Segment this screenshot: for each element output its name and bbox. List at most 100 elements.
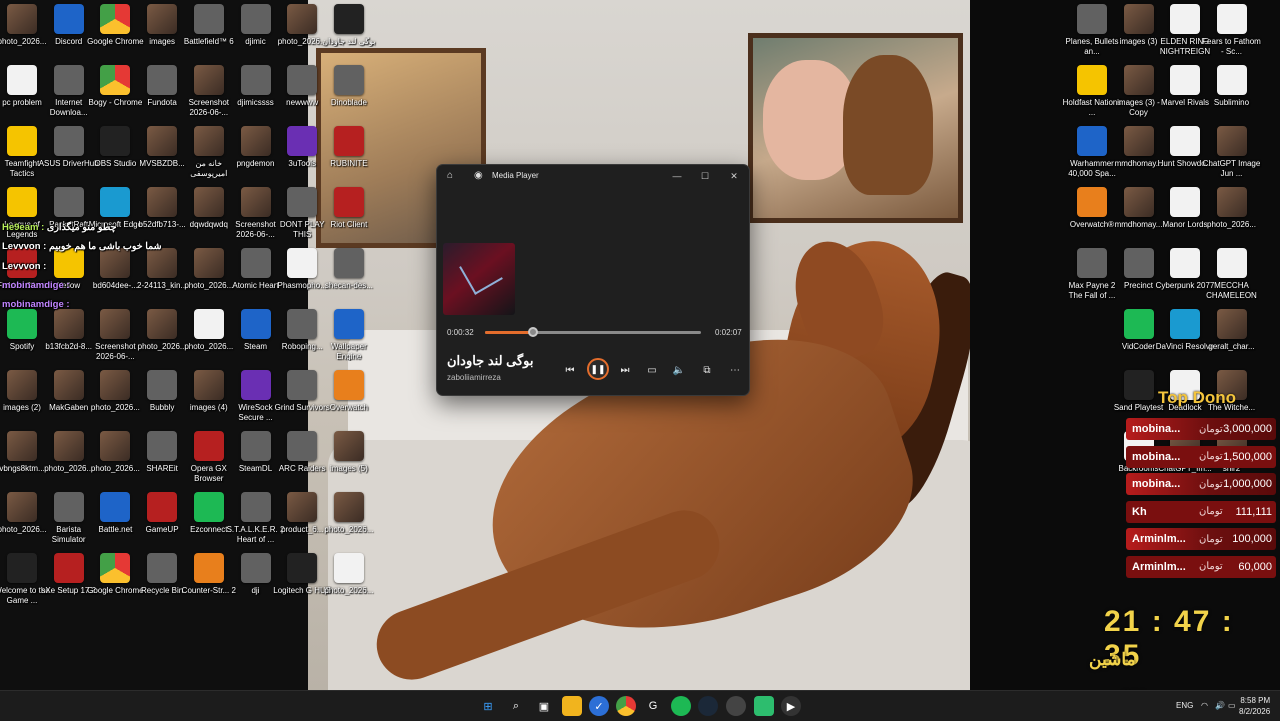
vpn-icon[interactable]: ✓ xyxy=(589,696,609,716)
desktop-shortcut[interactable]: ChatGPT Image Jun ... xyxy=(1203,122,1261,183)
chat-text: شما خوب باشی ما هم خوبیم xyxy=(49,241,162,252)
image-icon xyxy=(333,431,364,461)
file-icon xyxy=(287,65,318,95)
media-player-window[interactable]: ⌂ ◉ Media Player — ☐ ✕ 0:00:32 0:02:07 ب… xyxy=(436,164,750,396)
desktop-shortcut[interactable]: Fears to Fathom - Sc... xyxy=(1202,0,1261,61)
chrome-icon[interactable] xyxy=(616,696,636,716)
start-icon[interactable]: ⊞ xyxy=(478,696,498,716)
sand-icon xyxy=(1123,370,1154,400)
screenshot-icon xyxy=(240,187,271,217)
image-icon xyxy=(193,187,224,217)
battlenet-icon xyxy=(100,492,131,522)
desktop-shortcut[interactable]: Wallpaper Engine xyxy=(320,305,378,366)
desktop-shortcut-label: geralt_char... xyxy=(1208,342,1255,351)
vidcoder-icon xyxy=(1123,309,1154,339)
document-icon xyxy=(1170,248,1200,278)
desktop-shortcut[interactable]: Dinoblade xyxy=(320,61,378,122)
warhammer-icon xyxy=(1077,126,1107,156)
logitech-icon[interactable]: G xyxy=(643,696,663,716)
chat-message: He9eam : چطو منو میگذاری xyxy=(2,222,116,233)
donor-name: mobina... xyxy=(1132,423,1181,435)
volume-button[interactable]: 🔈 xyxy=(670,361,688,379)
more-options-button[interactable]: ⋯ xyxy=(726,361,744,379)
desktop-shortcut[interactable]: Riot Client xyxy=(320,183,378,244)
desktop-shortcut-label: ChatGPT Image Jun ... xyxy=(1202,159,1261,178)
chrome-icon xyxy=(100,65,131,95)
chat-message: Levvvon : شما خوب باشی ما هم خوبیم xyxy=(2,241,162,252)
photo-icon xyxy=(333,492,364,522)
desktop-shortcut-label: Wallpaper Engine xyxy=(331,342,367,361)
mini-player-button[interactable]: ⧉ xyxy=(698,361,716,379)
wifi-icon[interactable]: ◠ xyxy=(1201,701,1208,710)
desktop-shortcut[interactable]: Overwatch xyxy=(320,366,378,427)
desktop-shortcut[interactable]: photo_2026... xyxy=(1203,183,1261,244)
seek-bar-thumb[interactable] xyxy=(527,327,538,337)
desktop-shortcut[interactable]: geralt_char... xyxy=(1203,305,1261,366)
logitech-icon xyxy=(287,553,318,583)
donor-name: Arminlm... xyxy=(1132,560,1186,573)
desktop-shortcut[interactable]: photo_2026... xyxy=(320,549,378,610)
donation-title: Top Dono xyxy=(1158,388,1237,407)
desktop-shortcut[interactable]: shecan-des... xyxy=(320,244,378,305)
document-icon xyxy=(1216,248,1247,278)
search-icon[interactable]: ⌕ xyxy=(506,696,526,716)
desktop-shortcut-label: photo_2026... xyxy=(1207,220,1256,229)
desktop-shortcut-label: photo_2026... xyxy=(324,586,374,595)
media-player-app-icon: ◉ xyxy=(474,170,483,181)
document-icon xyxy=(193,309,224,339)
desktop-shortcut[interactable]: Sublimino xyxy=(1203,61,1261,122)
battery-icon[interactable]: ▭ xyxy=(1228,701,1236,710)
close-button[interactable]: ✕ xyxy=(726,168,742,184)
desktop-shortcut-label: Sublimino xyxy=(1213,98,1250,107)
desktop-shortcut[interactable]: images (5) xyxy=(320,427,378,488)
media-player-icon[interactable]: ▶ xyxy=(781,696,801,716)
captions-button[interactable]: ▭ xyxy=(643,361,661,379)
language-indicator[interactable]: ENG xyxy=(1176,701,1193,710)
app-icon xyxy=(53,187,84,217)
minimize-button[interactable]: — xyxy=(669,168,685,184)
desktop-shortcut-label: Overwatch xyxy=(329,403,368,412)
game-icon xyxy=(1077,4,1107,34)
desktop-shortcut-label: images (5) xyxy=(329,464,368,473)
maximize-button[interactable]: ☐ xyxy=(697,168,713,184)
chat-message: mobinamdige : xyxy=(2,299,70,310)
sxe-icon xyxy=(53,553,84,583)
asus-icon xyxy=(53,126,84,156)
roboping-icon xyxy=(287,309,318,339)
spotify-icon[interactable] xyxy=(671,696,691,716)
volume-icon[interactable]: 🔊 xyxy=(1215,701,1225,710)
donor-name: mobina... xyxy=(1132,478,1181,490)
document-icon xyxy=(1170,65,1200,95)
desktop-shortcut[interactable]: RUBINITE xyxy=(320,122,378,183)
desktop-shortcut[interactable]: بوگی لند جاودان xyxy=(320,0,378,61)
task-view-icon[interactable]: ▣ xyxy=(534,696,554,716)
total-time: 0:02:07 xyxy=(715,328,742,337)
bubbly-icon xyxy=(147,370,178,400)
emoji-icon xyxy=(53,248,84,278)
document-icon xyxy=(1216,4,1247,34)
image-icon xyxy=(53,370,84,400)
next-track-button[interactable]: ⏭ xyxy=(616,361,634,379)
app-icon[interactable] xyxy=(754,696,774,716)
lol-icon xyxy=(7,187,37,217)
chat-username: mobinamdige : xyxy=(2,299,70,310)
chat-message: Levvvon : xyxy=(2,261,46,272)
document-icon xyxy=(287,248,318,278)
image-icon xyxy=(1123,65,1154,95)
desktop-shortcut[interactable]: MECCHA CHAMELEON xyxy=(1203,244,1261,305)
seek-bar[interactable] xyxy=(485,327,701,337)
clock[interactable]: 8:58 PM 8/2/2026 xyxy=(1239,695,1270,717)
obs-icon[interactable] xyxy=(726,696,746,716)
home-icon[interactable]: ⌂ xyxy=(447,170,453,181)
steam-icon[interactable] xyxy=(698,696,718,716)
pause-button[interactable]: ❚❚ xyxy=(587,358,609,380)
file-explorer-icon[interactable] xyxy=(562,696,582,716)
donor-name: mobina... xyxy=(1132,450,1181,463)
cs2-icon xyxy=(193,553,224,583)
donation-row: mobina... تومان 3,000,000 xyxy=(1126,418,1276,440)
donation-row: Arminlm... تومان 100,000 xyxy=(1126,528,1276,550)
desktop-shortcut[interactable]: photo_2026... xyxy=(320,488,378,549)
media-player-titlebar[interactable]: ⌂ ◉ Media Player — ☐ ✕ xyxy=(437,165,749,187)
previous-track-button[interactable]: ⏮ xyxy=(561,361,579,379)
game-icon xyxy=(1077,248,1107,278)
